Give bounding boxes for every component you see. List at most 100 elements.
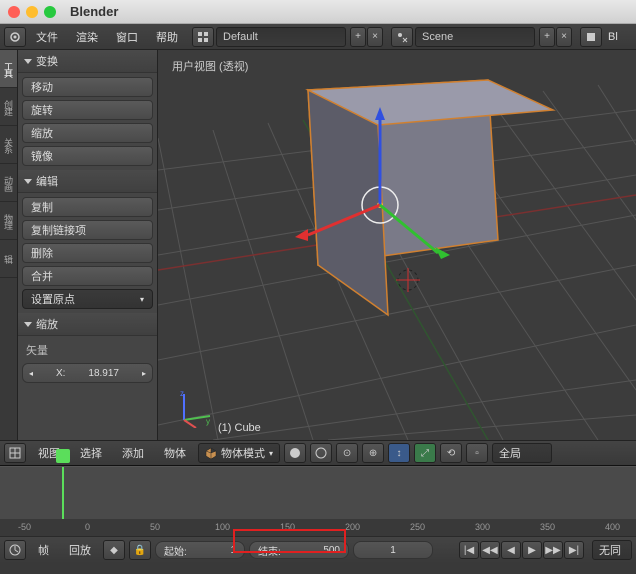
editor-type-icon[interactable] [4,27,26,47]
scale-panel-header[interactable]: 缩放 [18,313,157,336]
tick-label: 350 [540,522,555,532]
tick-label: 100 [215,522,230,532]
delete-button[interactable]: 删除 [22,243,153,263]
shading-more-icon[interactable] [310,443,332,463]
manip-translate-icon[interactable]: ⤢ [414,443,436,463]
minimize-window-button[interactable] [26,6,38,18]
editor-type-3dview-icon[interactable] [4,443,26,463]
engine-label: Bl [608,31,618,43]
vtab-create[interactable]: 创建 [0,88,17,126]
screen-layout-field[interactable]: Default [216,27,346,47]
tick-label: 0 [85,522,90,532]
timeline-editor: -50 0 50 100 150 200 250 300 350 400 帧 回… [0,466,636,554]
pivot-center-icon[interactable]: ⊕ [362,443,384,463]
delete-scene-button[interactable]: × [556,27,572,47]
timeline-track[interactable] [0,467,636,519]
end-value: 500 [323,545,340,556]
timeline-menu-playback[interactable]: 回放 [61,537,99,563]
tick-label: 250 [410,522,425,532]
vtab-tools[interactable]: 工具 [0,50,17,88]
tick-label: 150 [280,522,295,532]
play-reverse-icon[interactable]: ◀ [501,541,521,559]
scale-x-field[interactable]: ◂ X: 18.917 ▸ [22,363,153,383]
mode-selector[interactable]: 物体模式 ▾ [198,443,280,463]
timeline-header: 帧 回放 ◆ 🔒 起始: 1 结束: 500 1 |◀ ◀◀ ◀ ▶ ▶▶ ▶|… [0,537,636,563]
join-button[interactable]: 合并 [22,266,153,286]
manip-rotate-icon[interactable]: ⟲ [440,443,462,463]
timeline-playhead[interactable] [62,467,64,519]
close-window-button[interactable] [8,6,20,18]
timeline-menu-frame[interactable]: 帧 [30,537,57,563]
frame-start-field[interactable]: 起始: 1 [155,541,245,559]
edit-panel-header[interactable]: 编辑 [18,170,157,193]
layout-name: Default [223,31,258,43]
jump-start-icon[interactable]: |◀ [459,541,479,559]
vtab-physics[interactable]: 物理 [0,202,17,240]
translate-button[interactable]: 移动 [22,77,153,97]
window-titlebar: Blender [0,0,636,24]
play-icon[interactable]: ▶ [522,541,542,559]
viewport-scene [158,50,636,440]
editor-type-timeline-icon[interactable] [4,540,26,560]
lock-icon[interactable]: 🔒 [129,540,151,560]
manip-scale-icon[interactable]: ▫ [466,443,488,463]
vp-menu-object[interactable]: 物体 [156,440,194,466]
scene-browse-icon[interactable] [391,27,413,47]
screen-browse-icon[interactable] [192,27,214,47]
frame-end-field[interactable]: 结束: 500 [249,541,349,559]
pivot-icon[interactable]: ⊙ [336,443,358,463]
prev-keyframe-icon[interactable]: ◀◀ [480,541,500,559]
tool-panel: 变换 移动 旋转 缩放 镜像 编辑 复制 复制链接项 删除 合并 设置原点 ▾ … [18,50,158,440]
vtab-relations[interactable]: 关系 [0,126,17,164]
scale-header-label: 缩放 [36,316,58,332]
maximize-window-button[interactable] [44,6,56,18]
add-layout-button[interactable]: + [350,27,366,47]
scale-button[interactable]: 缩放 [22,123,153,143]
duplicate-linked-button[interactable]: 复制链接项 [22,220,153,240]
cube-mesh [308,80,553,315]
delete-layout-button[interactable]: × [367,27,383,47]
rotate-button[interactable]: 旋转 [22,100,153,120]
menu-render[interactable]: 渲染 [68,24,106,50]
3d-viewport[interactable]: 用户视图 (透视) [158,50,636,440]
manip-toggle-icon[interactable]: ↕ [388,443,410,463]
timeline-ruler[interactable]: -50 0 50 100 150 200 250 300 350 400 [0,519,636,537]
edit-header-label: 编辑 [36,173,58,189]
mirror-button[interactable]: 镜像 [22,146,153,166]
transform-orientation[interactable]: 全局 [492,443,552,463]
menu-file[interactable]: 文件 [28,24,66,50]
set-origin-label: 设置原点 [31,291,75,307]
jump-end-icon[interactable]: ▶| [564,541,584,559]
transform-header-label: 变换 [36,53,58,69]
shading-solid-icon[interactable] [284,443,306,463]
disclosure-icon [24,179,32,184]
tick-label: 300 [475,522,490,532]
menu-help[interactable]: 帮助 [148,24,186,50]
marker-icon[interactable]: ◆ [103,540,125,560]
mode-label: 物体模式 [221,445,265,461]
vtab-edit[interactable]: 辑 [0,240,17,278]
start-value: 1 [230,545,236,556]
current-frame-value: 1 [390,545,396,556]
engine-icon[interactable] [580,27,602,47]
tick-label: 200 [345,522,360,532]
sync-mode[interactable]: 无同 [592,540,632,560]
menu-window[interactable]: 窗口 [108,24,146,50]
transform-panel-header[interactable]: 变换 [18,50,157,73]
axis-gizmo-icon: z y [176,388,216,428]
vp-menu-add[interactable]: 添加 [114,440,152,466]
vtab-animation[interactable]: 动画 [0,164,17,202]
next-keyframe-icon[interactable]: ▶▶ [543,541,563,559]
tick-label: 400 [605,522,620,532]
scene-name: Scene [422,31,453,43]
vp-menu-select[interactable]: 选择 [72,440,110,466]
scale-x-label: X: [56,368,65,379]
add-scene-button[interactable]: + [539,27,555,47]
cube-icon [205,447,217,459]
duplicate-button[interactable]: 复制 [22,197,153,217]
set-origin-select[interactable]: 设置原点 ▾ [22,289,153,309]
vector-label: 矢量 [22,340,153,360]
current-frame-field[interactable]: 1 [353,541,433,559]
scene-field[interactable]: Scene [415,27,535,47]
tick-label: 50 [150,522,160,532]
